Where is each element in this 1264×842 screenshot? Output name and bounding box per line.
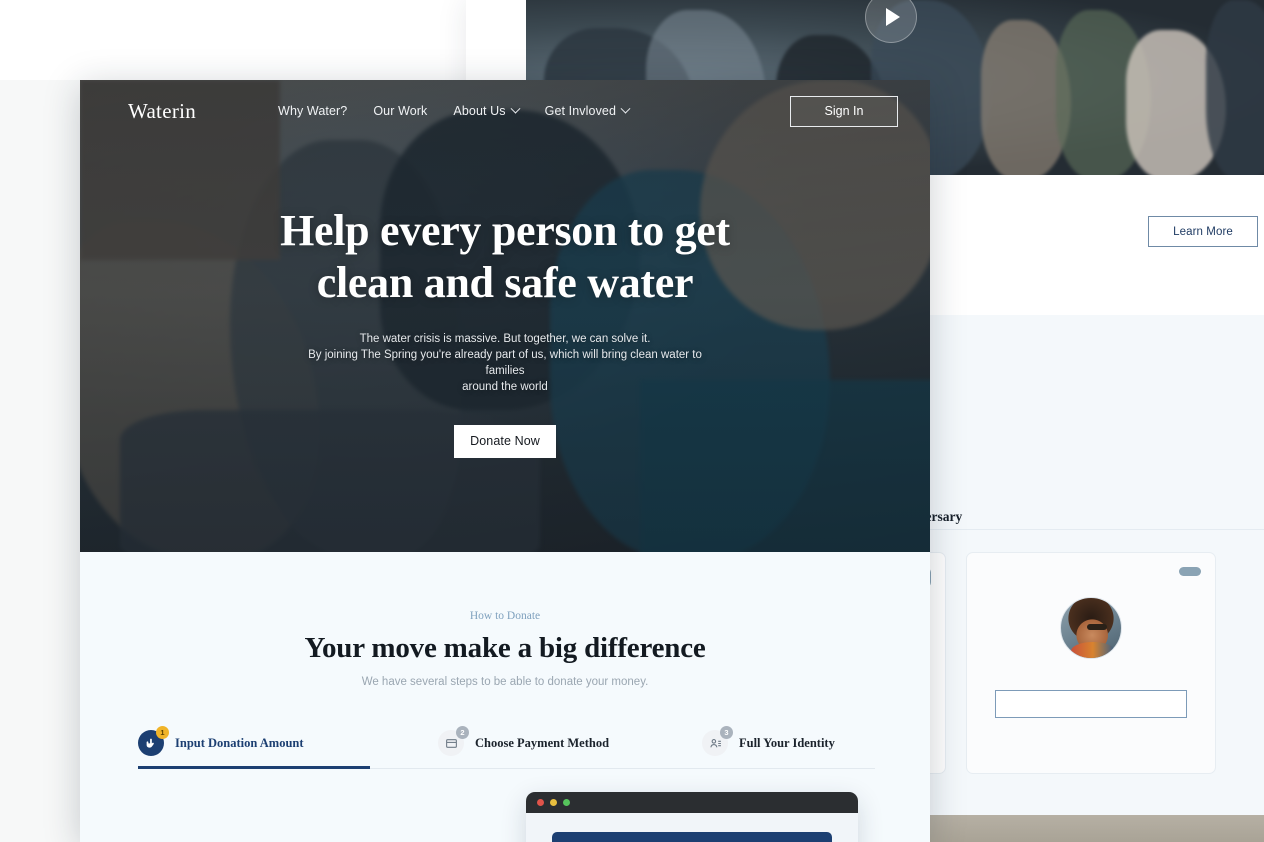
section-eyebrow: How to Donate [469, 610, 541, 622]
page-title: Your move make a big difference [304, 632, 706, 664]
hero-content: Help every person to get clean and safe … [80, 80, 930, 552]
step-label: Choose Payment Method [475, 735, 610, 750]
nav-item-our-work[interactable]: Our Work [373, 104, 427, 118]
screenshot-stage: Learn More ng clean water single month 🎉… [0, 0, 1264, 842]
waterin-window: Waterin Why Water? Our Work About Us Get… [80, 80, 930, 842]
mockup-titlebar [526, 792, 858, 813]
donate-now-button[interactable]: Donate Now [454, 424, 556, 458]
hero-sub-line2: By joining The Spring you're already par… [308, 348, 702, 377]
nav-links: Why Water? Our Work About Us Get Invlove… [278, 103, 631, 118]
step-label: Full Your Identity [739, 735, 835, 750]
hero-sub-line3: around the world [462, 380, 548, 393]
site-logo[interactable]: Waterin [128, 99, 196, 124]
user-identity-icon: 3 [702, 726, 733, 756]
payment-card-icon: 2 [438, 726, 469, 756]
play-triangle [886, 8, 900, 26]
status-badge [1179, 567, 1201, 576]
hero-title-line1: Help every person to get [280, 205, 730, 255]
donate-now-label: Donate Now [470, 434, 540, 448]
nav-item-label: Get Invloved [544, 104, 617, 118]
view-profile-button[interactable] [995, 690, 1187, 718]
hero-sub-line1: The water crisis is massive. But togethe… [359, 332, 651, 345]
minimize-icon[interactable] [550, 799, 557, 806]
chevron-down-icon [620, 103, 631, 114]
step-full-your-identity[interactable]: 3 Full Your Identity [702, 726, 875, 756]
nav-item-about-us[interactable]: About Us [453, 103, 521, 118]
nav-item-why-water[interactable]: Why Water? [278, 104, 347, 118]
sign-in-label: Sign In [824, 104, 864, 118]
donation-steps: 1 Input Donation Amount 2 Choose Payment… [138, 718, 875, 768]
hero-subtitle: The water crisis is massive. But togethe… [290, 331, 720, 395]
video-shape [1206, 0, 1264, 175]
nav-item-label: About Us [453, 104, 506, 118]
mockup-body [526, 813, 858, 842]
profile-card[interactable] [966, 552, 1216, 774]
step-badge: 2 [456, 726, 469, 739]
browser-mockup [526, 792, 858, 842]
avatar-shirt [1071, 642, 1115, 658]
hand-pointer-icon: 1 [138, 726, 169, 756]
learn-more-button[interactable]: Learn More [1148, 216, 1258, 247]
nav-item-label: Our Work [373, 104, 428, 118]
sign-in-button[interactable]: Sign In [790, 95, 898, 127]
nav-item-label: Why Water? [278, 104, 348, 118]
steps-progress-fill [138, 766, 370, 769]
hero-title: Help every person to get clean and safe … [280, 205, 730, 309]
step-input-donation-amount[interactable]: 1 Input Donation Amount [138, 726, 438, 756]
step-badge: 1 [156, 726, 169, 739]
backdrop-white-card [0, 0, 466, 80]
section-subtitle: We have several steps to be able to dona… [361, 676, 649, 688]
hero-section: Waterin Why Water? Our Work About Us Get… [80, 80, 930, 552]
step-badge: 3 [720, 726, 733, 739]
hero-title-line2: clean and safe water [316, 257, 694, 307]
avatar [1060, 597, 1122, 659]
maximize-icon[interactable] [563, 799, 570, 806]
avatar-glasses [1087, 624, 1107, 630]
site-navbar: Waterin Why Water? Our Work About Us Get… [80, 80, 930, 142]
nav-item-get-involved[interactable]: Get Invloved [544, 103, 631, 118]
close-icon[interactable] [537, 799, 544, 806]
mockup-cta-button[interactable] [552, 832, 832, 842]
chevron-down-icon [510, 103, 521, 114]
learn-more-label: Learn More [1173, 225, 1233, 238]
step-choose-payment-method[interactable]: 2 Choose Payment Method [438, 726, 702, 756]
step-label: Input Donation Amount [175, 735, 304, 750]
